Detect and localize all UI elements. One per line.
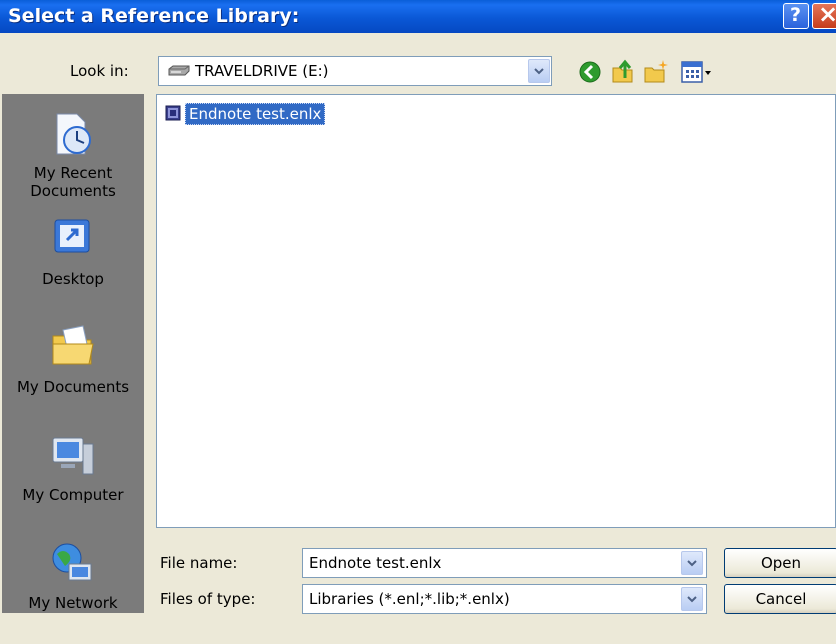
file-name-input[interactable]: Endnote test.enlx bbox=[302, 548, 707, 578]
place-label-desktop: Desktop bbox=[42, 270, 104, 288]
my-computer-icon bbox=[52, 437, 94, 475]
file-type-dropdown-button[interactable] bbox=[681, 587, 703, 611]
help-button[interactable]: ? bbox=[783, 3, 809, 29]
place-recent-documents[interactable]: My Recent Documents bbox=[2, 102, 144, 210]
place-my-network[interactable]: My Network bbox=[2, 536, 144, 644]
file-name-value: Endnote test.enlx bbox=[309, 554, 442, 572]
place-my-documents[interactable]: My Documents bbox=[2, 320, 144, 428]
place-label-recent: My Recent Documents bbox=[30, 164, 116, 200]
file-type-value: Libraries (*.enl;*.lib;*.enlx) bbox=[309, 590, 510, 608]
new-folder-icon[interactable] bbox=[642, 58, 670, 84]
open-button[interactable]: Open bbox=[724, 548, 836, 578]
look-in-value: TRAVELDRIVE (E:) bbox=[195, 62, 329, 80]
title-bar: Select a Reference Library: ? × bbox=[0, 0, 836, 33]
places-bar: My Recent Documents Desktop My Documents… bbox=[2, 94, 144, 613]
up-folder-icon[interactable] bbox=[610, 58, 636, 84]
place-label-my-computer: My Computer bbox=[22, 486, 124, 504]
place-label-my-documents: My Documents bbox=[16, 378, 130, 396]
file-type-label: Files of type: bbox=[160, 590, 256, 608]
chevron-down-icon bbox=[534, 68, 544, 75]
place-my-computer[interactable]: My Computer bbox=[2, 428, 144, 536]
place-desktop[interactable]: Desktop bbox=[2, 212, 144, 320]
desktop-icon bbox=[54, 219, 90, 253]
my-documents-icon bbox=[52, 325, 94, 365]
help-icon: ? bbox=[790, 4, 802, 26]
look-in-label: Look in: bbox=[70, 62, 129, 80]
cancel-button[interactable]: Cancel bbox=[724, 584, 836, 614]
library-file-icon bbox=[165, 105, 181, 121]
chevron-down-icon bbox=[687, 596, 697, 603]
file-name-dropdown-button[interactable] bbox=[681, 551, 703, 575]
close-button[interactable]: × bbox=[812, 0, 836, 29]
back-icon[interactable] bbox=[578, 60, 602, 84]
close-icon: × bbox=[818, 0, 836, 28]
drive-icon bbox=[168, 65, 190, 76]
look-in-dropdown[interactable]: TRAVELDRIVE (E:) bbox=[158, 56, 552, 86]
file-type-select[interactable]: Libraries (*.enl;*.lib;*.enlx) bbox=[302, 584, 707, 614]
window-title: Select a Reference Library: bbox=[8, 5, 300, 27]
my-network-icon bbox=[52, 543, 92, 581]
file-name-label: File name: bbox=[160, 554, 238, 572]
file-name-label: Endnote test.enlx bbox=[185, 103, 326, 125]
recent-documents-icon bbox=[56, 113, 91, 155]
look-in-dropdown-button[interactable] bbox=[528, 59, 550, 83]
file-list[interactable]: Endnote test.enlx bbox=[156, 94, 836, 528]
views-icon[interactable] bbox=[680, 60, 712, 84]
place-label-my-network: My Network bbox=[28, 594, 118, 612]
chevron-down-icon bbox=[687, 560, 697, 567]
